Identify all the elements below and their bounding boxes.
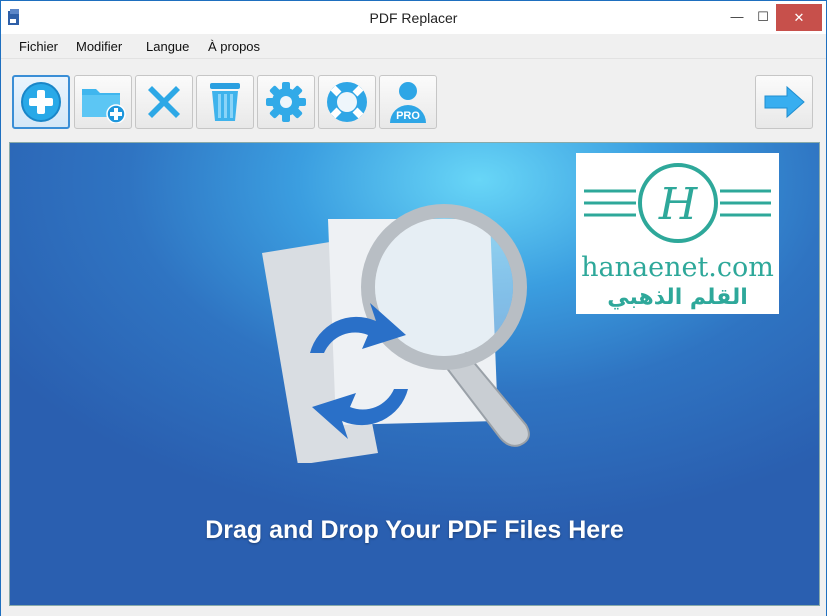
drop-files-illustration-icon (262, 204, 530, 463)
pro-user-icon: PRO (390, 82, 426, 123)
add-file-icon (21, 82, 61, 122)
add-file-button[interactable] (12, 75, 70, 129)
trash-button[interactable] (196, 75, 254, 129)
drop-instruction-text: Drag and Drop Your PDF Files Here (205, 516, 624, 544)
remove-button[interactable] (135, 75, 193, 129)
pro-button[interactable]: PRO (379, 75, 437, 129)
title-bar[interactable]: PDF Replacer — ☐ ✕ (1, 1, 826, 34)
trash-icon (210, 83, 240, 121)
menu-fichier[interactable]: Fichier (19, 39, 58, 54)
help-button[interactable] (318, 75, 376, 129)
file-drop-area[interactable]: H hanaenet.com القلم الذهبي Drag and Dro… (9, 142, 820, 606)
next-arrow-icon (764, 85, 805, 119)
add-folder-button[interactable] (74, 75, 132, 129)
window-title: PDF Replacer (369, 10, 458, 26)
menu-langue[interactable]: Langue (146, 39, 189, 54)
settings-gear-icon (266, 82, 306, 122)
monogram-letter: H (658, 179, 699, 230)
watermark-url: hanaenet.com (581, 252, 774, 283)
menu-a-propos[interactable]: À propos (208, 39, 260, 54)
help-lifebuoy-icon (327, 82, 367, 122)
remove-icon (148, 86, 180, 118)
settings-button[interactable] (257, 75, 315, 129)
status-strip (1, 607, 826, 616)
menu-modifier[interactable]: Modifier (76, 39, 122, 54)
toolbar: PRO (1, 59, 826, 141)
menu-bar: Fichier Modifier Langue À propos (1, 34, 826, 59)
next-button[interactable] (755, 75, 813, 129)
maximize-button[interactable]: ☐ (749, 1, 777, 32)
minimize-button[interactable]: — (723, 1, 751, 32)
monogram-logo-icon: H (584, 163, 771, 243)
pro-badge-text: PRO (396, 110, 420, 122)
app-window: PDF Replacer — ☐ ✕ Fichier Modifier Lang… (0, 0, 827, 616)
watermark-arabic-text: القلم الذهبي (607, 285, 748, 310)
close-button[interactable]: ✕ (776, 4, 822, 31)
add-folder-icon (82, 89, 126, 123)
watermark-logo: H hanaenet.com القلم الذهبي (576, 153, 779, 314)
